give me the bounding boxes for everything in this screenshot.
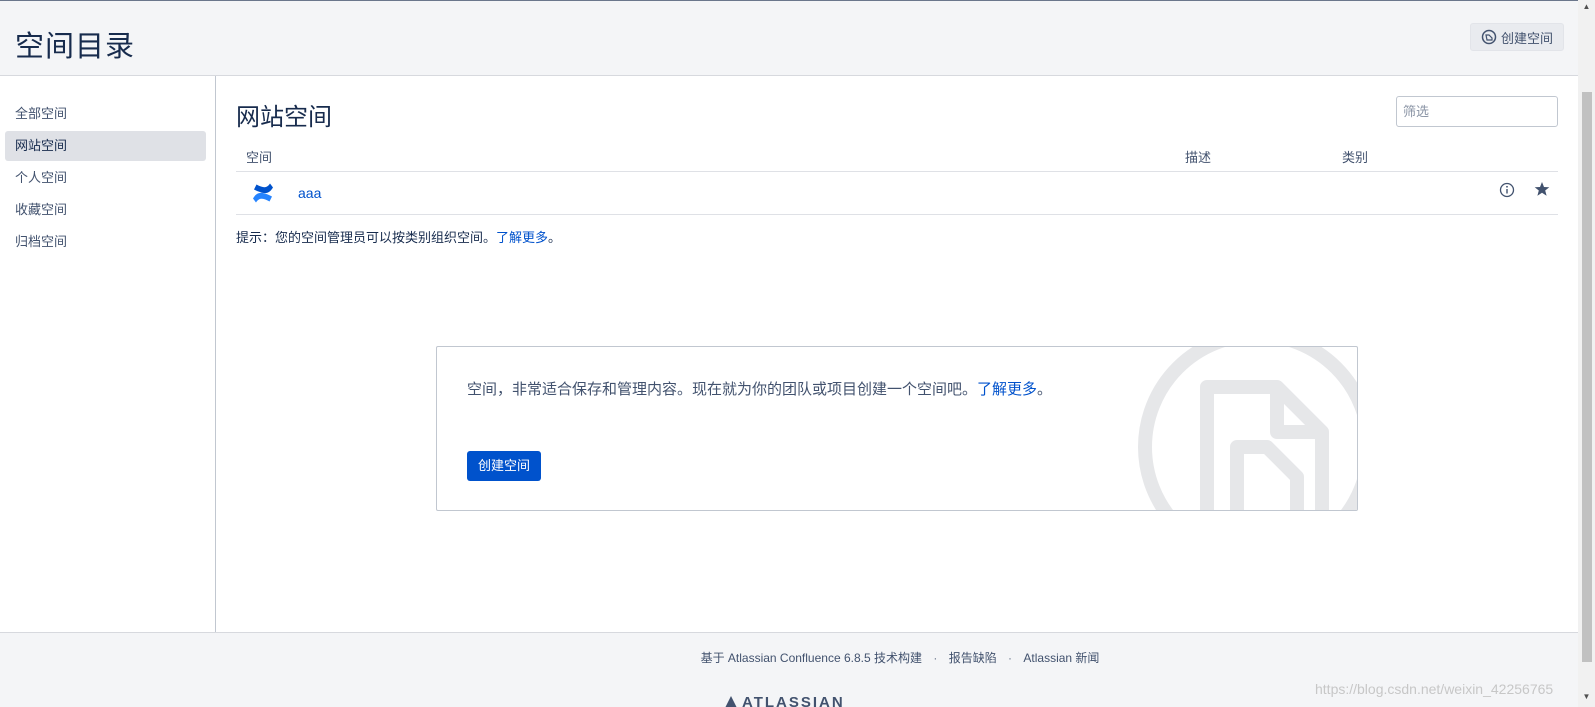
- promo-create-space-button[interactable]: 创建空间: [467, 451, 542, 481]
- sidebar-item-personal-spaces[interactable]: 个人空间: [5, 163, 206, 193]
- footer-separator: ·: [1008, 651, 1013, 665]
- section-title: 网站空间: [236, 104, 332, 131]
- column-header-space: 空间: [246, 150, 273, 165]
- footer-separator: ·: [933, 651, 938, 665]
- footer-report-bug-link[interactable]: 报告缺陷: [949, 651, 997, 665]
- scroll-up-arrow-icon[interactable]: ▲: [1581, 2, 1592, 12]
- footer-built-with-link[interactable]: 基于 Atlassian Confluence 6.8.5 技术构建: [701, 651, 922, 665]
- column-header-category: 类别: [1342, 150, 1369, 165]
- space-link[interactable]: aaa: [298, 185, 321, 201]
- page-title: 空间目录: [15, 31, 136, 63]
- atlassian-logo-text: ATLASSIAN: [742, 694, 845, 707]
- promo-learn-more-link[interactable]: 了解更多: [977, 381, 1037, 398]
- sidebar-item-archived-spaces[interactable]: 归档空间: [5, 227, 206, 257]
- column-header-description: 描述: [1185, 150, 1212, 165]
- promo-text: 空间，非常适合保存和管理内容。现在就为你的团队或项目创建一个空间吧。了解更多。: [467, 377, 1067, 402]
- sidebar-item-favourite-spaces[interactable]: 收藏空间: [5, 195, 206, 225]
- create-space-promo: 空间，非常适合保存和管理内容。现在就为你的团队或项目创建一个空间吧。了解更多。 …: [436, 346, 1358, 511]
- atlassian-logo[interactable]: ATLASSIAN: [724, 694, 845, 707]
- filter-input[interactable]: [1396, 96, 1558, 127]
- scrollbar-thumb[interactable]: [1582, 92, 1592, 662]
- confluence-logo-icon[interactable]: [251, 181, 275, 205]
- sidebar-item-site-spaces[interactable]: 网站空间: [5, 131, 206, 161]
- info-icon[interactable]: [1499, 182, 1515, 198]
- document-illustration-icon: [1138, 347, 1357, 510]
- page-header: 空间目录 创建空间: [0, 1, 1578, 76]
- footer-links: 基于 Atlassian Confluence 6.8.5 技术构建 · 报告缺…: [0, 649, 1595, 666]
- table-header-divider: [236, 171, 1558, 172]
- tip-prefix: 提示：您的空间管理员可以按类别组织空间。: [236, 230, 497, 245]
- footer-news-link[interactable]: Atlassian 新闻: [1023, 651, 1099, 665]
- promo-message: 空间，非常适合保存和管理内容。现在就为你的团队或项目创建一个空间吧。: [467, 381, 978, 398]
- create-space-label: 创建空间: [1501, 30, 1554, 46]
- promo-suffix: 。: [1037, 381, 1053, 398]
- tip-suffix: 。: [548, 230, 562, 245]
- create-space-icon: [1481, 29, 1497, 45]
- sidebar-item-all-spaces[interactable]: 全部空间: [5, 99, 206, 129]
- atlassian-logo-icon: [725, 696, 737, 707]
- watermark: https://blog.csdn.net/weixin_42256765: [1315, 681, 1554, 697]
- scroll-down-arrow-icon[interactable]: ▼: [1581, 692, 1592, 702]
- tip-text: 提示：您的空间管理员可以按类别组织空间。了解更多。: [236, 227, 561, 246]
- create-space-button[interactable]: 创建空间: [1470, 23, 1565, 51]
- table-row-divider: [236, 214, 1558, 215]
- tip-learn-more-link[interactable]: 了解更多: [496, 230, 548, 245]
- star-icon[interactable]: [1534, 181, 1550, 197]
